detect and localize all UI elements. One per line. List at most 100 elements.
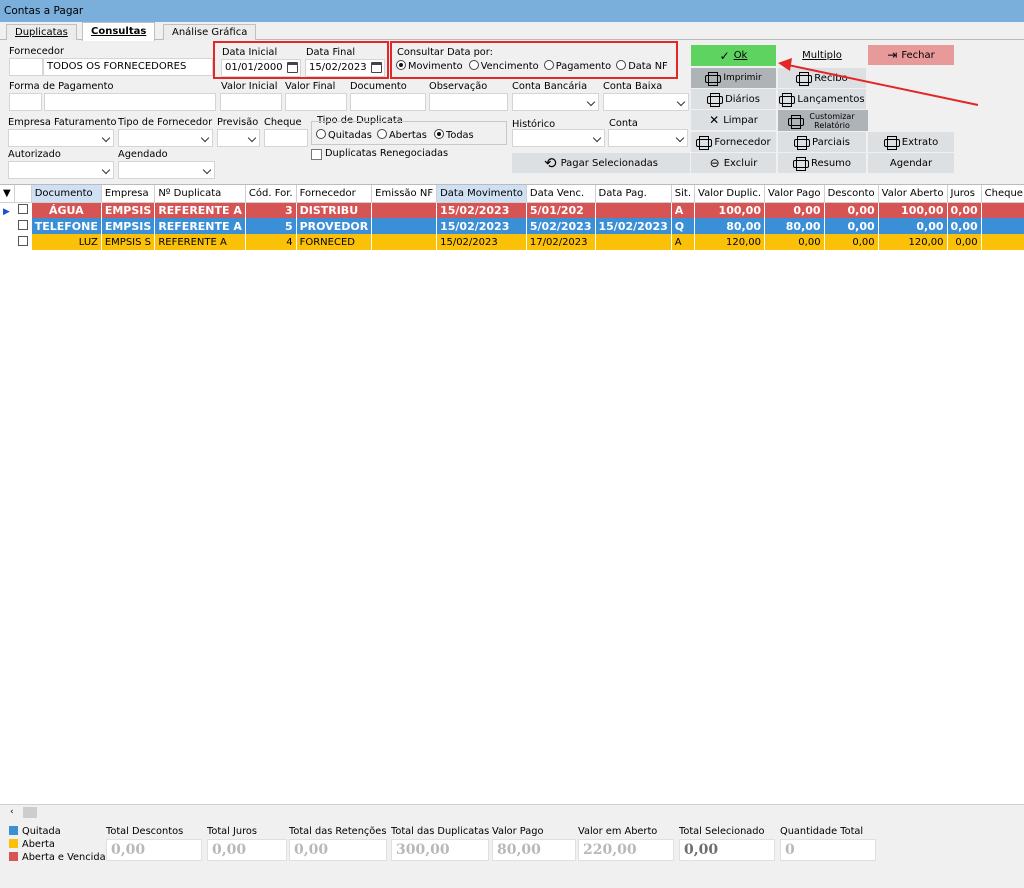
row-checkbox-cell[interactable]	[14, 234, 32, 250]
agendar-button[interactable]: Agendar	[868, 153, 954, 173]
radio-todas[interactable]: Todas	[434, 129, 474, 141]
column-header[interactable]: Sit.	[671, 185, 696, 203]
scroll-thumb[interactable]	[23, 807, 37, 818]
table-cell	[981, 202, 1024, 218]
row-checkbox[interactable]	[17, 203, 28, 214]
fornecedor-button-label: Fornecedor	[714, 136, 771, 148]
extrato-button[interactable]: Extrato	[868, 132, 954, 152]
parciais-button[interactable]: Parciais	[778, 132, 866, 152]
tab-consultas[interactable]: Consultas	[82, 22, 156, 41]
table-row[interactable]: ▶ ÁGUA EMPSIS REFERENTE A 3 DISTRIBU 15/02/202…	[0, 202, 1024, 218]
observacao-input[interactable]	[429, 93, 508, 111]
radio-quitadas[interactable]: Quitadas	[316, 129, 372, 141]
column-header[interactable]: Desconto	[824, 185, 879, 203]
table-row[interactable]: TELEFONE EMPSIS REFERENTE A 5 PROVEDOR 15/02/…	[0, 218, 1024, 234]
valor-inicial-input[interactable]	[220, 93, 282, 111]
column-header[interactable]: Data Venc.	[526, 185, 596, 203]
total-label: Valor em Aberto	[578, 826, 658, 837]
tab-label: Consultas	[91, 26, 147, 37]
horizontal-scrollbar[interactable]: ‹	[0, 804, 1024, 820]
table-row[interactable]: LUZ EMPSIS S REFERENTE A 4 FORNECED 15/02/202…	[0, 234, 1024, 250]
excluir-button[interactable]: ⊖ Excluir	[691, 153, 776, 173]
forma-pagamento-label: Forma de Pagamento	[9, 81, 114, 92]
total-value: 80,00	[492, 839, 576, 861]
forma-pagamento-input[interactable]	[44, 93, 216, 111]
printer-icon	[792, 157, 809, 171]
column-header[interactable]: Valor Aberto	[878, 185, 948, 203]
ok-button[interactable]: ✓ Ok	[691, 45, 776, 66]
column-header[interactable]: Data Pag.	[595, 185, 672, 203]
table-cell: LUZ	[31, 234, 102, 250]
column-header[interactable]: Cód. For.	[245, 185, 297, 203]
autorizado-select[interactable]	[8, 161, 114, 179]
empresa-faturamento-select[interactable]	[8, 129, 114, 147]
legend-label: Aberta e Vencida	[22, 852, 106, 863]
highlight-dates-box	[213, 41, 389, 79]
valor-final-input[interactable]	[285, 93, 347, 111]
fornecedor-input[interactable]: TODOS OS FORNECEDORES	[43, 58, 213, 76]
column-header[interactable]: Valor Duplic.	[694, 185, 765, 203]
renegociadas-checkbox[interactable]	[311, 149, 322, 160]
column-header[interactable]: Empresa	[101, 185, 156, 203]
table-cell: 0,00	[824, 202, 879, 218]
agendado-select[interactable]	[118, 161, 215, 179]
conta-baixa-select[interactable]	[603, 93, 689, 111]
table-cell	[371, 234, 438, 250]
agendar-label: Agendar	[889, 157, 933, 169]
imprimir-button[interactable]: Imprimir	[691, 68, 776, 88]
cheque-input[interactable]	[264, 129, 308, 147]
table-cell: FORNECED	[296, 234, 373, 250]
sort-indicator-icon[interactable]: ▼	[0, 185, 15, 203]
previsao-label: Previsão	[217, 117, 259, 128]
tipo-fornecedor-select[interactable]	[118, 129, 213, 147]
column-header[interactable]: Nº Duplicata	[154, 185, 246, 203]
column-header[interactable]: Documento	[31, 185, 102, 203]
limpar-button[interactable]: ✕ Limpar	[691, 110, 776, 130]
column-header[interactable]: Data Movimento	[436, 185, 527, 203]
customizar-label: Customizar Relatório	[809, 111, 855, 130]
customizar-button[interactable]: Customizar Relatório	[778, 110, 868, 131]
radio-label: Todas	[446, 130, 474, 141]
table-cell: TELEFONE	[31, 218, 102, 234]
row-checkbox-cell[interactable]	[14, 218, 32, 234]
diarios-button[interactable]: Diários	[691, 89, 776, 109]
row-checkbox-cell[interactable]	[14, 202, 32, 218]
column-header[interactable]: Valor Pago	[764, 185, 825, 203]
scroll-left-icon[interactable]: ‹	[10, 807, 14, 817]
table-cell: PROVEDOR	[296, 218, 373, 234]
imprimir-label: Imprimir	[723, 73, 762, 83]
column-header[interactable]: Emissão NF	[371, 185, 438, 203]
radio-abertas[interactable]: Abertas	[376, 129, 427, 141]
duplicatas-grid[interactable]: ▼ Documento Empresa Nº Duplicata Cód. For. Fo…	[0, 184, 1024, 804]
renegociadas-label: Duplicatas Renegociadas	[325, 148, 449, 159]
column-header[interactable]: Fornecedor	[296, 185, 373, 203]
tab-analise-grafica[interactable]: Análise Gráfica	[163, 24, 257, 40]
table-cell: 15/02/2023	[436, 218, 527, 234]
total-value: 0,00	[289, 839, 387, 861]
pagar-selecionadas-button[interactable]: ⟲ Pagar Selecionadas	[512, 153, 690, 173]
total-label: Valor Pago	[492, 826, 544, 837]
valor-inicial-label: Valor Inicial	[221, 81, 278, 92]
documento-input[interactable]	[350, 93, 426, 111]
table-cell	[595, 202, 672, 218]
row-indicator	[0, 234, 15, 250]
fornecedor-code-input[interactable]	[9, 58, 43, 76]
radio-label: Abertas	[388, 130, 427, 141]
excluir-label: Excluir	[723, 157, 758, 169]
conta-bancaria-select[interactable]	[512, 93, 599, 111]
conta-select[interactable]	[608, 129, 688, 147]
table-cell: REFERENTE A	[154, 218, 246, 234]
column-header[interactable]: Cheque	[981, 185, 1024, 203]
forma-pagamento-code-input[interactable]	[9, 93, 42, 111]
row-checkbox[interactable]	[17, 219, 28, 230]
row-checkbox[interactable]	[17, 235, 28, 246]
tipo-duplicata-options: Quitadas Abertas Todas	[316, 129, 474, 141]
fornecedor-button[interactable]: Fornecedor	[691, 132, 776, 152]
previsao-select[interactable]	[217, 129, 260, 147]
legend-swatch	[9, 839, 18, 848]
column-header[interactable]: Juros	[947, 185, 982, 203]
highlight-consultar-box	[390, 41, 678, 79]
historico-select[interactable]	[512, 129, 605, 147]
resumo-button[interactable]: Resumo	[778, 153, 866, 173]
tab-duplicatas[interactable]: Duplicatas	[6, 24, 77, 40]
